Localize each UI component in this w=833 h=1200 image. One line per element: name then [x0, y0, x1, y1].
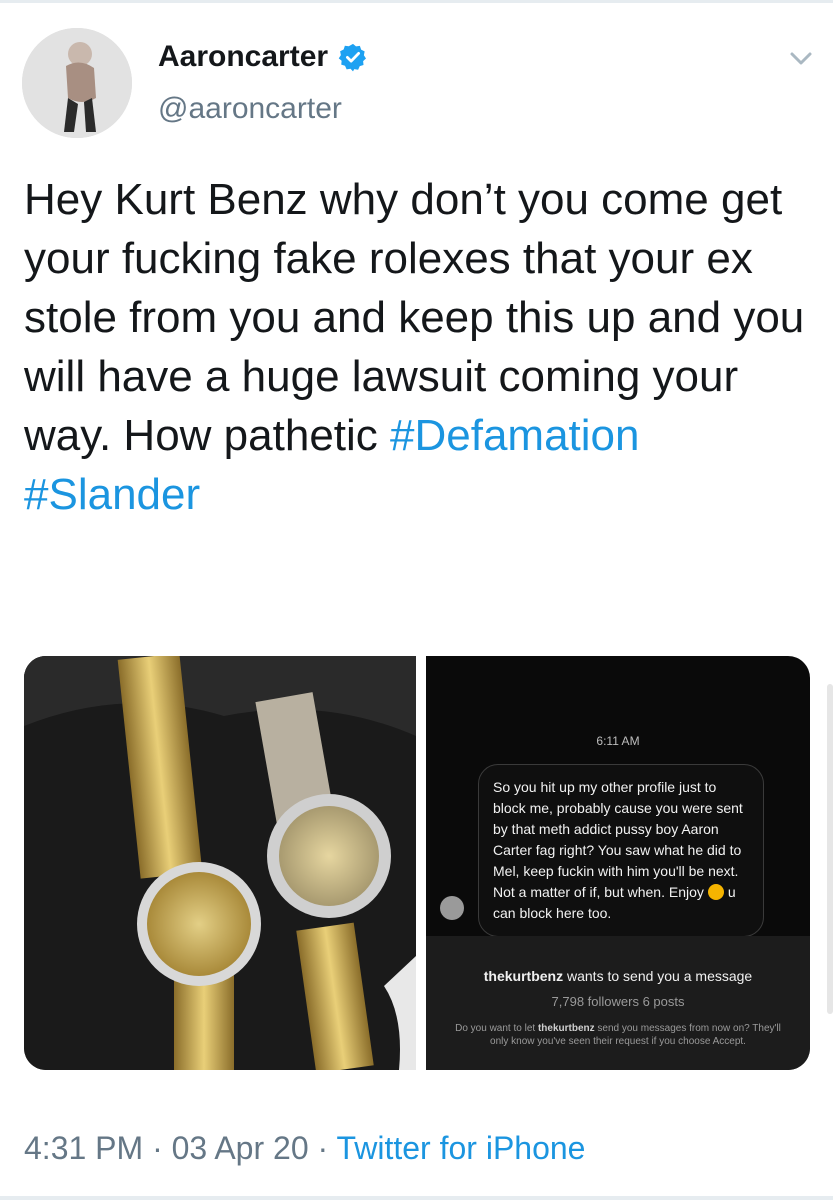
tweet-time[interactable]: 4:31 PM [24, 1130, 143, 1166]
hashtag-slander[interactable]: #Slander [24, 470, 200, 519]
hashtag-defamation[interactable]: #Defamation [390, 411, 639, 460]
dm-screenshot[interactable]: 6:11 AM So you hit up my other profile j… [426, 656, 810, 1070]
chevron-down-icon[interactable] [786, 48, 816, 70]
tweet-source-link[interactable]: Twitter for iPhone [336, 1130, 585, 1166]
request-title: thekurtbenz wants to send you a message [426, 968, 810, 984]
dm-message-text: So you hit up my other profile just to b… [493, 779, 743, 900]
display-name-row[interactable]: Aaroncarter [158, 40, 368, 74]
bottom-divider [0, 1196, 833, 1200]
display-name[interactable]: Aaroncarter [158, 40, 328, 74]
scrollbar[interactable] [827, 684, 833, 1014]
tweet-text: Hey Kurt Benz why don’t you come get you… [24, 170, 814, 524]
verified-badge-icon [338, 43, 367, 72]
top-divider [0, 0, 833, 3]
request-text: wants to send you a message [567, 968, 753, 984]
tweet-footer: 4:31 PM · 03 Apr 20 · Twitter for iPhone [24, 1130, 585, 1167]
photo-watches[interactable] [24, 656, 416, 1070]
separator: · [317, 1130, 329, 1166]
user-handle[interactable]: @aaroncarter [158, 92, 342, 126]
separator: · [152, 1130, 163, 1166]
request-username: thekurtbenz [483, 968, 564, 984]
dm-timestamp: 6:11 AM [596, 734, 640, 748]
dm-message-bubble: So you hit up my other profile just to b… [478, 764, 764, 937]
dm-sender-avatar [440, 896, 464, 920]
avatar[interactable] [22, 28, 132, 138]
tweet-date[interactable]: 03 Apr 20 [172, 1130, 309, 1166]
message-request-panel: thekurtbenz wants to send you a message … [426, 936, 810, 1070]
request-meta: 7,798 followers 6 posts [551, 994, 685, 1009]
kiss-emoji-icon [707, 884, 724, 900]
request-body: Do you want to let thekurtbenz send you … [448, 1022, 788, 1048]
media-grid: 6:11 AM So you hit up my other profile j… [24, 656, 810, 1070]
request-body-username: thekurtbenz [537, 1023, 595, 1034]
request-body-start: Do you want to let [455, 1023, 538, 1034]
